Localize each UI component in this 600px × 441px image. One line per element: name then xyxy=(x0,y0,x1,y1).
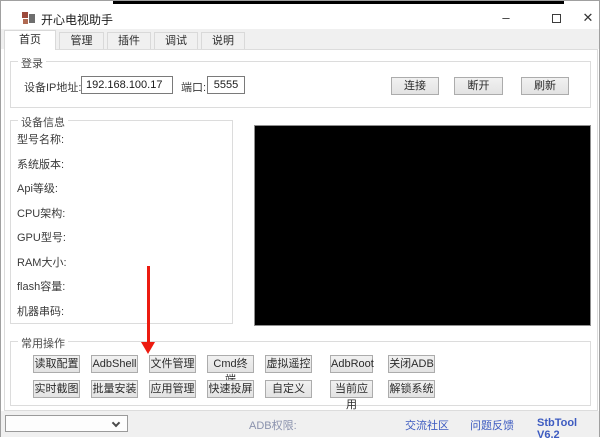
feedback-link[interactable]: 问题反馈 xyxy=(470,417,514,433)
app-window: { "window": { "title": "开心电视助手", "minimi… xyxy=(0,0,600,441)
cpu-arch-label: CPU架构: xyxy=(17,208,66,220)
minimize-button[interactable]: – xyxy=(491,6,521,30)
version-label: StbTool V6.2 xyxy=(537,417,578,441)
annotation-arrow-line xyxy=(147,266,150,343)
disconnect-button[interactable]: 断开 xyxy=(454,77,503,95)
ip-input[interactable] xyxy=(81,76,173,94)
system-version-label: 系统版本: xyxy=(17,159,65,171)
device-info-group: 设备信息 型号名称: 系统版本: Api等级: CPU架构: GPU型号: RA… xyxy=(10,114,233,324)
close-button[interactable]: ✕ xyxy=(573,6,600,30)
port-label: 端口: xyxy=(181,82,207,94)
live-screenshot-button[interactable]: 实时截图 xyxy=(33,380,80,398)
tab-help[interactable]: 说明 xyxy=(201,32,245,49)
maximize-button[interactable] xyxy=(541,6,571,30)
cmd-terminal-button[interactable]: Cmd终端 xyxy=(207,355,254,386)
maximize-icon xyxy=(551,14,561,24)
read-config-button[interactable]: 读取配置 xyxy=(33,355,80,373)
ram-size-label: RAM大小: xyxy=(17,257,67,269)
device-select-dropdown[interactable] xyxy=(5,415,128,432)
close-adb-button[interactable]: 关闭ADB xyxy=(388,355,435,373)
port-input[interactable] xyxy=(207,76,245,94)
login-group-label: 登录 xyxy=(18,55,46,71)
device-info-group-label: 设备信息 xyxy=(18,114,68,130)
virtual-remote-button[interactable]: 虚拟遥控 xyxy=(265,355,312,373)
tab-manage[interactable]: 管理 xyxy=(59,32,104,49)
adb-shell-button[interactable]: AdbShell xyxy=(91,355,138,373)
tab-bar: 首页 管理 插件 调试 说明 xyxy=(1,29,599,50)
file-manager-button[interactable]: 文件管理 xyxy=(149,355,196,373)
login-group: 登录 设备IP地址: 端口: 连接 断开 刷新 xyxy=(10,55,591,108)
serial-number-label: 机器串码: xyxy=(17,306,65,318)
flash-capacity-label: flash容量: xyxy=(17,281,66,293)
api-level-label: Api等级: xyxy=(17,183,58,195)
operations-group: 常用操作 读取配置 AdbShell 文件管理 Cmd终端 虚拟遥控 AdbRo… xyxy=(10,335,591,411)
refresh-button[interactable]: 刷新 xyxy=(521,77,569,95)
operations-group-label: 常用操作 xyxy=(18,335,68,351)
current-app-button[interactable]: 当前应用 xyxy=(330,380,373,411)
adb-root-button[interactable]: AdbRoot xyxy=(330,355,374,373)
app-manager-button[interactable]: 应用管理 xyxy=(149,380,196,398)
titlebar: 开心电视助手 – ✕ xyxy=(1,4,599,29)
custom-button[interactable]: 自定义 xyxy=(265,380,312,398)
status-bar: ADB权限: 交流社区 问题反馈 StbTool V6.2 xyxy=(1,411,599,441)
gpu-model-label: GPU型号: xyxy=(17,232,66,244)
window-title: 开心电视助手 xyxy=(41,13,114,27)
annotation-arrow-head-icon xyxy=(141,342,155,354)
community-link[interactable]: 交流社区 xyxy=(405,417,449,433)
tab-page-home: 登录 设备IP地址: 端口: 连接 断开 刷新 设备信息 型号名称: 系统版本:… xyxy=(4,49,598,411)
unlock-system-button[interactable]: 解锁系统 xyxy=(388,380,435,398)
tab-debug[interactable]: 调试 xyxy=(154,32,198,49)
tab-home[interactable]: 首页 xyxy=(4,30,56,50)
quick-cast-button[interactable]: 快速投屏 xyxy=(207,380,254,398)
device-screen-preview xyxy=(254,125,591,326)
chevron-down-icon xyxy=(111,418,121,428)
app-logo-icon xyxy=(22,12,35,25)
connect-button[interactable]: 连接 xyxy=(391,77,439,95)
model-name-label: 型号名称: xyxy=(17,134,65,146)
batch-install-button[interactable]: 批量安装 xyxy=(91,380,138,398)
tab-plugins[interactable]: 插件 xyxy=(107,32,151,49)
ip-label: 设备IP地址: xyxy=(24,82,82,94)
adb-permission-label: ADB权限: xyxy=(249,420,297,432)
